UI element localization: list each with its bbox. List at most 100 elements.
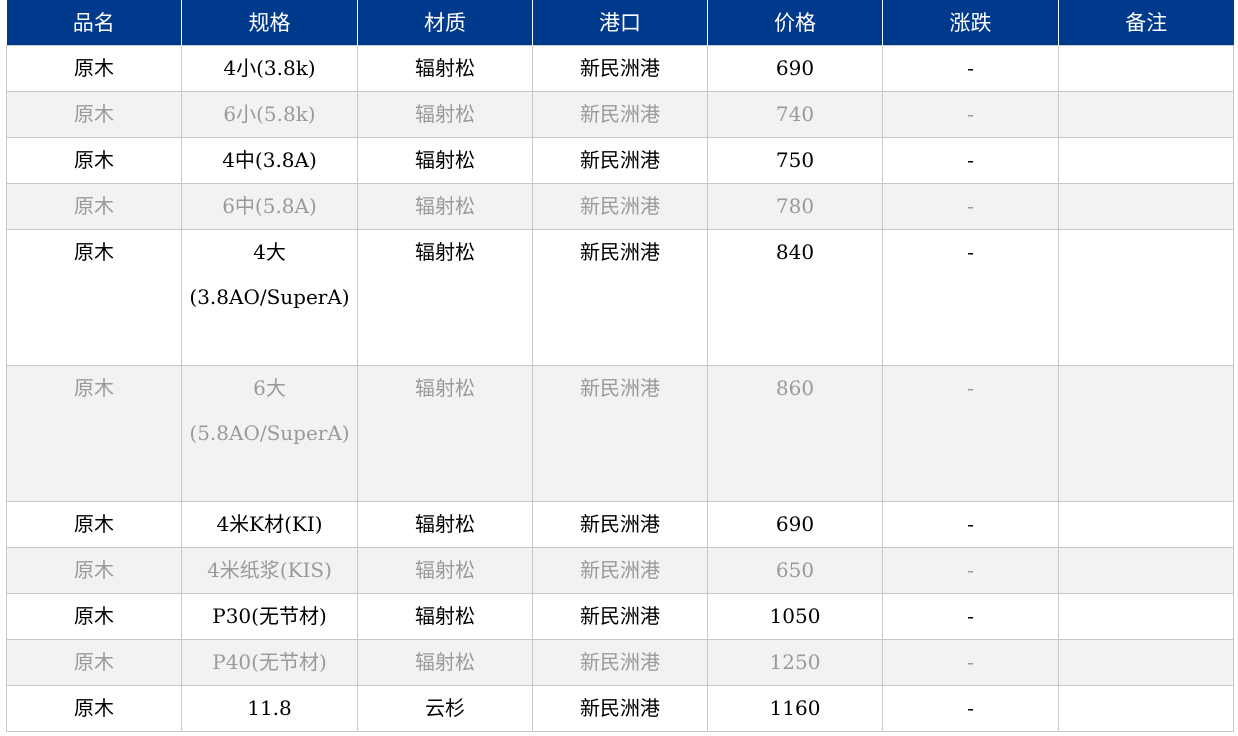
cell-port: 新民洲港 <box>532 500 708 548</box>
cell-port: 新民洲港 <box>532 684 708 732</box>
cell-price: 1250 <box>707 638 883 686</box>
table-row: 原木 4中(3.8A) 辐射松 新民洲港 750 - <box>6 136 1234 184</box>
cell-note <box>1058 228 1234 366</box>
cell-spec: 6中(5.8A) <box>181 182 358 230</box>
header-change: 涨跌 <box>882 0 1059 45</box>
header-material: 材质 <box>357 0 533 45</box>
cell-material: 辐射松 <box>357 364 533 502</box>
cell-spec: 11.8 <box>181 684 358 732</box>
table-header: 品名 规格 材质 港口 价格 涨跌 备注 <box>6 0 1234 45</box>
cell-material: 云杉 <box>357 684 533 732</box>
cell-change: - <box>882 684 1059 732</box>
cell-note <box>1058 638 1234 686</box>
table-row: 原木 4小(3.8k) 辐射松 新民洲港 690 - <box>6 44 1234 92</box>
cell-price: 860 <box>707 364 883 502</box>
cell-port: 新民洲港 <box>532 228 708 366</box>
cell-note <box>1058 136 1234 184</box>
cell-note <box>1058 546 1234 594</box>
cell-change: - <box>882 44 1059 92</box>
cell-spec: P40(无节材) <box>181 638 358 686</box>
cell-price: 840 <box>707 228 883 366</box>
cell-material: 辐射松 <box>357 90 533 138</box>
cell-change: - <box>882 228 1059 366</box>
cell-port: 新民洲港 <box>532 364 708 502</box>
cell-port: 新民洲港 <box>532 182 708 230</box>
cell-name: 原木 <box>6 90 182 138</box>
header-spec: 规格 <box>181 0 358 45</box>
cell-spec: 4米K材(KI) <box>181 500 358 548</box>
table-row: 原木 6大(5.8AO/SuperA) 辐射松 新民洲港 860 - <box>6 364 1234 502</box>
cell-material: 辐射松 <box>357 136 533 184</box>
cell-port: 新民洲港 <box>532 136 708 184</box>
cell-change: - <box>882 182 1059 230</box>
cell-change: - <box>882 500 1059 548</box>
cell-price: 740 <box>707 90 883 138</box>
cell-spec: 4中(3.8A) <box>181 136 358 184</box>
cell-spec: 4米纸浆(KIS) <box>181 546 358 594</box>
cell-port: 新民洲港 <box>532 546 708 594</box>
cell-spec: P30(无节材) <box>181 592 358 640</box>
cell-material: 辐射松 <box>357 500 533 548</box>
table-body: 原木 4小(3.8k) 辐射松 新民洲港 690 - 原木 6小(5.8k) 辐… <box>6 44 1234 732</box>
table-row: 原木 11.8 云杉 新民洲港 1160 - <box>6 684 1234 732</box>
cell-note <box>1058 684 1234 732</box>
cell-change: - <box>882 364 1059 502</box>
cell-material: 辐射松 <box>357 228 533 366</box>
cell-note <box>1058 500 1234 548</box>
cell-name: 原木 <box>6 546 182 594</box>
cell-name: 原木 <box>6 638 182 686</box>
cell-note <box>1058 182 1234 230</box>
cell-name: 原木 <box>6 364 182 502</box>
cell-change: - <box>882 136 1059 184</box>
cell-note <box>1058 364 1234 502</box>
price-table-container: 品名 规格 材质 港口 价格 涨跌 备注 原木 4小(3.8k) 辐射松 新民洲… <box>0 0 1238 732</box>
table-row: 原木 4米纸浆(KIS) 辐射松 新民洲港 650 - <box>6 546 1234 594</box>
cell-note <box>1058 592 1234 640</box>
cell-change: - <box>882 638 1059 686</box>
cell-port: 新民洲港 <box>532 44 708 92</box>
cell-port: 新民洲港 <box>532 638 708 686</box>
table-row: 原木 4米K材(KI) 辐射松 新民洲港 690 - <box>6 500 1234 548</box>
cell-port: 新民洲港 <box>532 90 708 138</box>
cell-material: 辐射松 <box>357 182 533 230</box>
cell-material: 辐射松 <box>357 546 533 594</box>
header-note: 备注 <box>1058 0 1234 45</box>
cell-price: 690 <box>707 44 883 92</box>
cell-name: 原木 <box>6 136 182 184</box>
cell-price: 750 <box>707 136 883 184</box>
price-table: 品名 规格 材质 港口 价格 涨跌 备注 原木 4小(3.8k) 辐射松 新民洲… <box>6 0 1234 732</box>
cell-spec: 4小(3.8k) <box>181 44 358 92</box>
table-row: 原木 4大(3.8AO/SuperA) 辐射松 新民洲港 840 - <box>6 228 1234 366</box>
table-row: 原木 6小(5.8k) 辐射松 新民洲港 740 - <box>6 90 1234 138</box>
cell-spec: 4大(3.8AO/SuperA) <box>181 228 358 366</box>
cell-price: 780 <box>707 182 883 230</box>
cell-name: 原木 <box>6 592 182 640</box>
table-row: 原木 P40(无节材) 辐射松 新民洲港 1250 - <box>6 638 1234 686</box>
table-row: 原木 P30(无节材) 辐射松 新民洲港 1050 - <box>6 592 1234 640</box>
cell-name: 原木 <box>6 228 182 366</box>
cell-name: 原木 <box>6 500 182 548</box>
cell-name: 原木 <box>6 684 182 732</box>
cell-port: 新民洲港 <box>532 592 708 640</box>
cell-change: - <box>882 592 1059 640</box>
cell-note <box>1058 44 1234 92</box>
header-row: 品名 规格 材质 港口 价格 涨跌 备注 <box>6 0 1234 45</box>
cell-spec: 6大(5.8AO/SuperA) <box>181 364 358 502</box>
cell-name: 原木 <box>6 44 182 92</box>
cell-spec: 6小(5.8k) <box>181 90 358 138</box>
cell-price: 650 <box>707 546 883 594</box>
cell-price: 1050 <box>707 592 883 640</box>
cell-note <box>1058 90 1234 138</box>
cell-change: - <box>882 546 1059 594</box>
header-name: 品名 <box>6 0 182 45</box>
cell-price: 1160 <box>707 684 883 732</box>
header-port: 港口 <box>532 0 708 45</box>
cell-material: 辐射松 <box>357 44 533 92</box>
header-price: 价格 <box>707 0 883 45</box>
cell-material: 辐射松 <box>357 638 533 686</box>
cell-price: 690 <box>707 500 883 548</box>
cell-change: - <box>882 90 1059 138</box>
cell-material: 辐射松 <box>357 592 533 640</box>
cell-name: 原木 <box>6 182 182 230</box>
table-row: 原木 6中(5.8A) 辐射松 新民洲港 780 - <box>6 182 1234 230</box>
